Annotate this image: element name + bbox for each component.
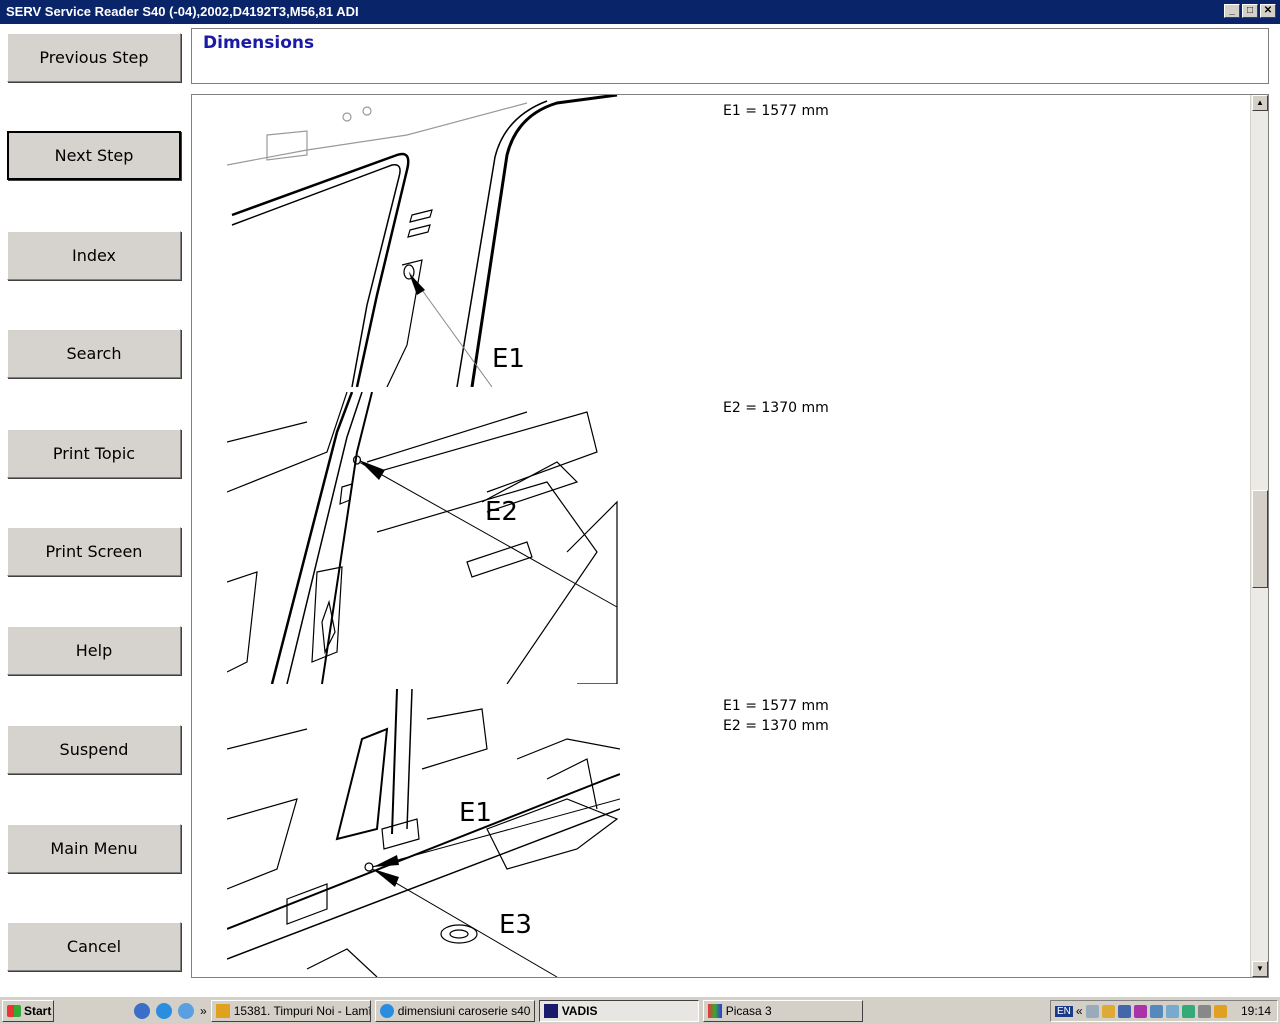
callout-e2: E2 xyxy=(485,497,518,527)
scrollbar-thumb[interactable] xyxy=(1252,490,1268,588)
vadis-icon xyxy=(543,1003,558,1018)
taskbar-item-label: Picasa 3 xyxy=(725,1003,772,1018)
taskbar-item[interactable]: dimensiuni caroserie s40 ... xyxy=(374,999,535,1022)
measurement-line: E1 = 1577 mm xyxy=(723,103,829,119)
navigation-panel: Previous Step Next Step Index Search Pri… xyxy=(0,24,190,996)
system-tray: EN « 19:14 xyxy=(1050,1000,1278,1022)
illustration-e1-pillar: E1 xyxy=(227,95,618,387)
topic-header: Dimensions xyxy=(191,28,1269,84)
callout-e3: E3 xyxy=(499,910,532,940)
ie-icon[interactable] xyxy=(156,1002,172,1019)
page-title: Dimensions xyxy=(203,33,315,53)
next-step-button[interactable]: Next Step xyxy=(7,131,181,180)
illustration-e2-pillar: E2 xyxy=(227,392,618,684)
illustration-e1-e3-sill: E1 E3 xyxy=(227,689,620,977)
window-titlebar: SERV Service Reader S40 (-04),2002,D4192… xyxy=(0,0,1280,24)
measurement-line: E1 = 1577 mm xyxy=(723,698,829,714)
window-title: SERV Service Reader S40 (-04),2002,D4192… xyxy=(6,4,359,19)
help-button[interactable]: Help xyxy=(7,626,181,675)
index-button[interactable]: Index xyxy=(7,231,181,280)
measurement-text: E1 = 1577 mm xyxy=(723,101,829,121)
taskbar: Start » 15381. Timpuri Noi - Lamî... dim… xyxy=(0,996,1280,1024)
search-button[interactable]: Search xyxy=(7,329,181,378)
callout-e1: E1 xyxy=(459,798,492,828)
main-menu-button[interactable]: Main Menu xyxy=(7,824,181,873)
suspend-button[interactable]: Suspend xyxy=(7,725,181,774)
callout-e1: E1 xyxy=(492,344,525,374)
minimize-icon[interactable]: _ xyxy=(1224,4,1240,18)
picasa-icon xyxy=(707,1003,722,1018)
tray-icon[interactable] xyxy=(1117,1004,1131,1018)
bs-player-icon[interactable] xyxy=(134,1002,150,1019)
taskbar-item[interactable]: 15381. Timpuri Noi - Lamî... xyxy=(210,999,371,1022)
start-button[interactable]: Start xyxy=(2,999,54,1022)
vertical-scrollbar[interactable]: ▲ ▼ xyxy=(1250,95,1268,977)
maximize-icon[interactable]: □ xyxy=(1242,4,1258,18)
measurement-text: E1 = 1577 mm E2 = 1370 mm xyxy=(723,696,829,736)
chevron-left-icon[interactable]: « xyxy=(1076,1004,1083,1018)
taskbar-item-active[interactable]: VADIS xyxy=(538,999,699,1022)
tray-icon[interactable] xyxy=(1133,1004,1147,1018)
start-label: Start xyxy=(24,1003,52,1018)
chevron-right-icon[interactable]: » xyxy=(200,1004,207,1018)
winamp-icon[interactable] xyxy=(1213,1004,1227,1018)
cancel-button[interactable]: Cancel xyxy=(7,922,181,971)
taskbar-item-label: dimensiuni caroserie s40 ... xyxy=(397,1003,535,1018)
windows-logo-icon xyxy=(7,1004,21,1017)
measurement-line: E2 = 1370 mm xyxy=(723,718,829,734)
shield-icon[interactable] xyxy=(1101,1004,1115,1018)
print-topic-button[interactable]: Print Topic xyxy=(7,429,181,478)
taskbar-item[interactable]: Picasa 3 xyxy=(702,999,863,1022)
taskbar-item-label: VADIS xyxy=(561,1003,598,1018)
print-screen-button[interactable]: Print Screen xyxy=(7,527,181,576)
tray-icon[interactable] xyxy=(1181,1004,1195,1018)
clock: 19:14 xyxy=(1240,1004,1271,1018)
network-icon[interactable] xyxy=(1149,1004,1163,1018)
measurement-text: E2 = 1370 mm xyxy=(723,398,829,418)
language-indicator[interactable]: EN xyxy=(1055,1005,1073,1017)
winamp-icon xyxy=(215,1003,230,1018)
previous-step-button[interactable]: Previous Step xyxy=(7,33,181,82)
measurement-line: E2 = 1370 mm xyxy=(723,400,829,416)
ie-icon xyxy=(379,1003,394,1018)
quick-launch: » xyxy=(134,1002,207,1019)
volume-icon[interactable] xyxy=(1197,1004,1211,1018)
close-icon[interactable]: ✕ xyxy=(1260,4,1276,18)
scroll-down-icon[interactable]: ▼ xyxy=(1252,961,1268,977)
topic-content: E1 E1 = 1577 mm E2 E2 = 1370 mm E1 E3 E1… xyxy=(191,94,1269,978)
tray-icon[interactable] xyxy=(1165,1004,1179,1018)
scroll-up-icon[interactable]: ▲ xyxy=(1252,95,1268,111)
ie-icon[interactable] xyxy=(178,1002,194,1019)
taskbar-item-label: 15381. Timpuri Noi - Lamî... xyxy=(233,1003,371,1018)
tray-icon[interactable] xyxy=(1085,1004,1099,1018)
